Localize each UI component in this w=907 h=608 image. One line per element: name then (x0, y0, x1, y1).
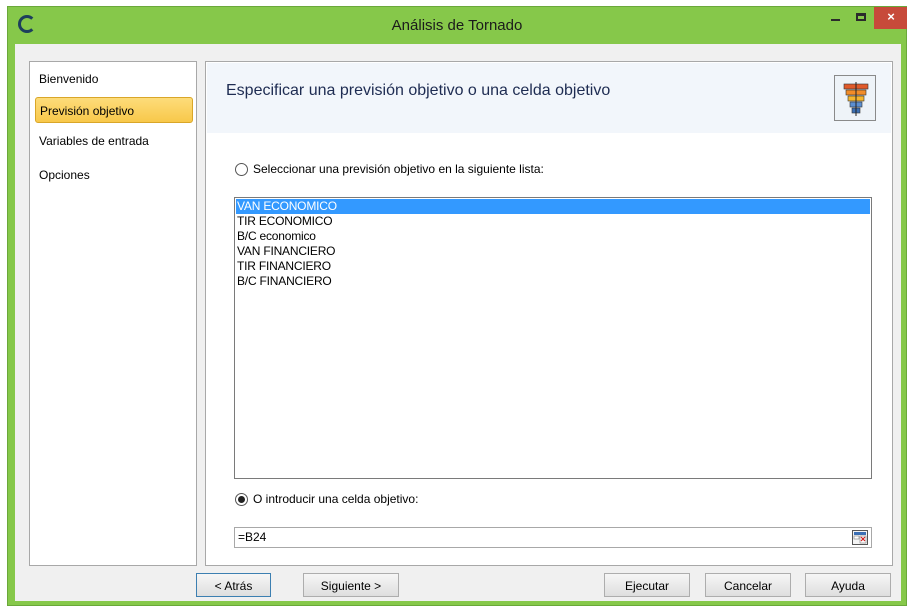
list-item[interactable]: TIR ECONOMICO (236, 214, 870, 229)
nav-item-opciones[interactable]: Opciones (35, 162, 193, 188)
tornado-chart-icon-graphic (843, 82, 869, 116)
list-item[interactable]: VAN FINANCIERO (236, 244, 870, 259)
cell-select-icon[interactable] (852, 530, 868, 545)
dialog-client-area: Bienvenido Previsión objetivo Variables … (15, 44, 901, 601)
target-cell-value: =B24 (238, 530, 267, 544)
maximize-button[interactable] (849, 7, 873, 29)
list-item[interactable]: TIR FINANCIERO (236, 259, 870, 274)
cell-target-label: O introducir una celda objetivo: (253, 492, 419, 506)
select-forecast-label: Seleccionar una previsión objetivo en la… (253, 162, 544, 176)
forecast-listbox[interactable]: VAN ECONOMICO TIR ECONOMICO B/C economic… (234, 197, 872, 479)
minimize-icon (830, 19, 840, 21)
cell-target-radio[interactable] (235, 492, 248, 506)
nav-item-variables-de-entrada[interactable]: Variables de entrada (35, 128, 193, 154)
close-button[interactable]: × (874, 7, 907, 29)
run-button[interactable]: Ejecutar (604, 573, 690, 597)
nav-item-bienvenido[interactable]: Bienvenido (35, 66, 193, 92)
cell-target-option[interactable]: O introducir una celda objetivo: (235, 492, 418, 506)
list-item[interactable]: VAN ECONOMICO (236, 199, 870, 214)
list-item[interactable]: B/C economico (236, 229, 870, 244)
cancel-button[interactable]: Cancelar (705, 573, 791, 597)
tornado-chart-icon (834, 75, 876, 121)
tornado-dialog-window: Análisis de Tornado × Bienvenido Previsi… (7, 6, 907, 606)
select-forecast-option[interactable]: Seleccionar una previsión objetivo en la… (235, 162, 544, 176)
list-item[interactable]: B/C FINANCIERO (236, 274, 870, 289)
wizard-steps-panel: Bienvenido Previsión objetivo Variables … (29, 61, 197, 566)
cell-select-icon-graphic (853, 532, 867, 544)
close-icon: × (887, 9, 895, 24)
next-button[interactable]: Siguiente > (303, 573, 399, 597)
maximize-icon (856, 13, 866, 21)
page-heading: Especificar una previsión objetivo o una… (226, 82, 611, 99)
select-forecast-radio[interactable] (235, 162, 248, 176)
back-button[interactable]: < Atrás (196, 573, 271, 597)
header-band: Especificar una previsión objetivo o una… (207, 63, 891, 133)
title-bar[interactable]: Análisis de Tornado × (8, 7, 907, 43)
main-panel: Especificar una previsión objetivo o una… (205, 61, 893, 566)
wizard-buttons: < Atrás Siguiente > Ejecutar Cancelar Ay… (15, 573, 901, 597)
window-title: Análisis de Tornado (391, 17, 523, 34)
nav-item-prevision-objetivo[interactable]: Previsión objetivo (35, 97, 193, 123)
minimize-button[interactable] (823, 7, 847, 29)
target-cell-field[interactable]: =B24 (234, 527, 872, 548)
help-button[interactable]: Ayuda (805, 573, 891, 597)
